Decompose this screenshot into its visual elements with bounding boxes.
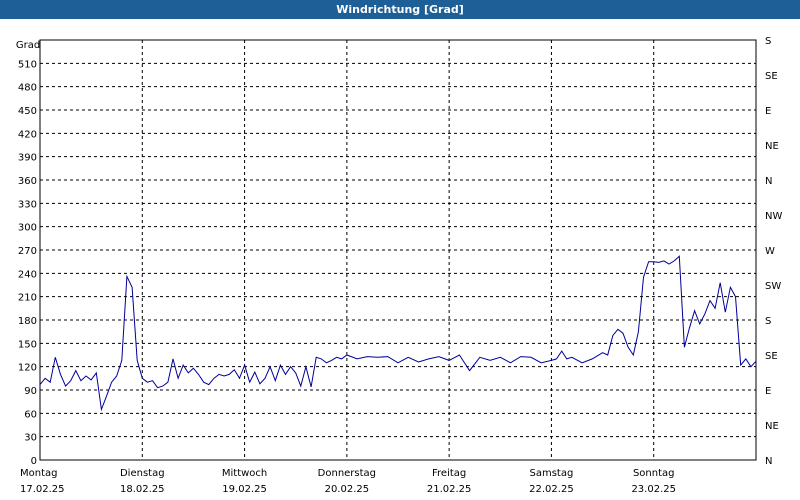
x-tick-day-label: Donnerstag: [318, 468, 376, 479]
y-tick-label: 120: [18, 363, 37, 374]
right-tick-label: E: [765, 386, 771, 397]
x-tick-day-label: Samstag: [530, 468, 574, 479]
right-tick-label: S: [765, 36, 771, 47]
right-tick-label: S: [765, 316, 771, 327]
y-tick-label: 420: [18, 129, 37, 140]
wind-direction-chart: 0 30 60 90 120 150 180 210 240 270 300 330 360 390 420…: [16, 36, 783, 495]
y-tick-label: 60: [24, 409, 37, 420]
right-tick-label: N: [765, 456, 772, 467]
y-tick-label: 180: [18, 316, 37, 327]
series-line-wind-direction: [39, 255, 757, 412]
y-tick-label: 210: [18, 293, 37, 304]
x-tick-date-label: 18.02.25: [120, 484, 165, 495]
y-tick-label: 480: [18, 83, 37, 94]
right-tick-label: N: [765, 176, 772, 187]
right-tick-label: SE: [765, 351, 778, 362]
y-tick-label: 270: [18, 246, 37, 257]
right-tick-label: SW: [765, 281, 781, 292]
y-tick-label: 90: [24, 386, 37, 397]
right-tick-label: NE: [765, 421, 779, 432]
y-tick-label: 300: [18, 223, 37, 234]
x-tick-day-label: Dienstag: [120, 468, 165, 479]
y-tick-label: 360: [18, 176, 37, 187]
y-tick-label: 0: [31, 456, 37, 467]
x-tick-date-label: 20.02.25: [325, 484, 370, 495]
x-tick-day-label: Sonntag: [633, 468, 675, 479]
y-tick-label: 390: [18, 153, 37, 164]
right-tick-label: E: [765, 106, 771, 117]
right-tick-label: NE: [765, 141, 779, 152]
y-axis-label: Grad: [16, 40, 40, 51]
axis-labels: 0 30 60 90 120 150 180 210 240 270 300 330 360 390 420…: [18, 36, 783, 495]
y-tick-label: 240: [18, 269, 37, 280]
y-tick-label: 30: [24, 433, 37, 444]
right-tick-label: W: [765, 246, 775, 257]
x-tick-day-label: Freitag: [432, 468, 466, 479]
right-tick-label: NW: [765, 211, 782, 222]
y-tick-label: 150: [18, 339, 37, 350]
x-tick-date-label: 17.02.25: [20, 484, 65, 495]
y-tick-label: 330: [18, 199, 37, 210]
x-tick-date-label: 19.02.25: [222, 484, 267, 495]
grid-lines: [40, 40, 756, 460]
x-tick-date-label: 23.02.25: [631, 484, 676, 495]
x-tick-day-label: Mittwoch: [222, 468, 267, 479]
y-tick-label: 450: [18, 106, 37, 117]
x-tick-date-label: 21.02.25: [427, 484, 472, 495]
y-tick-label: 510: [18, 59, 37, 70]
x-tick-day-label: Montag: [20, 468, 57, 479]
x-tick-date-label: 22.02.25: [529, 484, 574, 495]
right-tick-label: SE: [765, 71, 778, 82]
